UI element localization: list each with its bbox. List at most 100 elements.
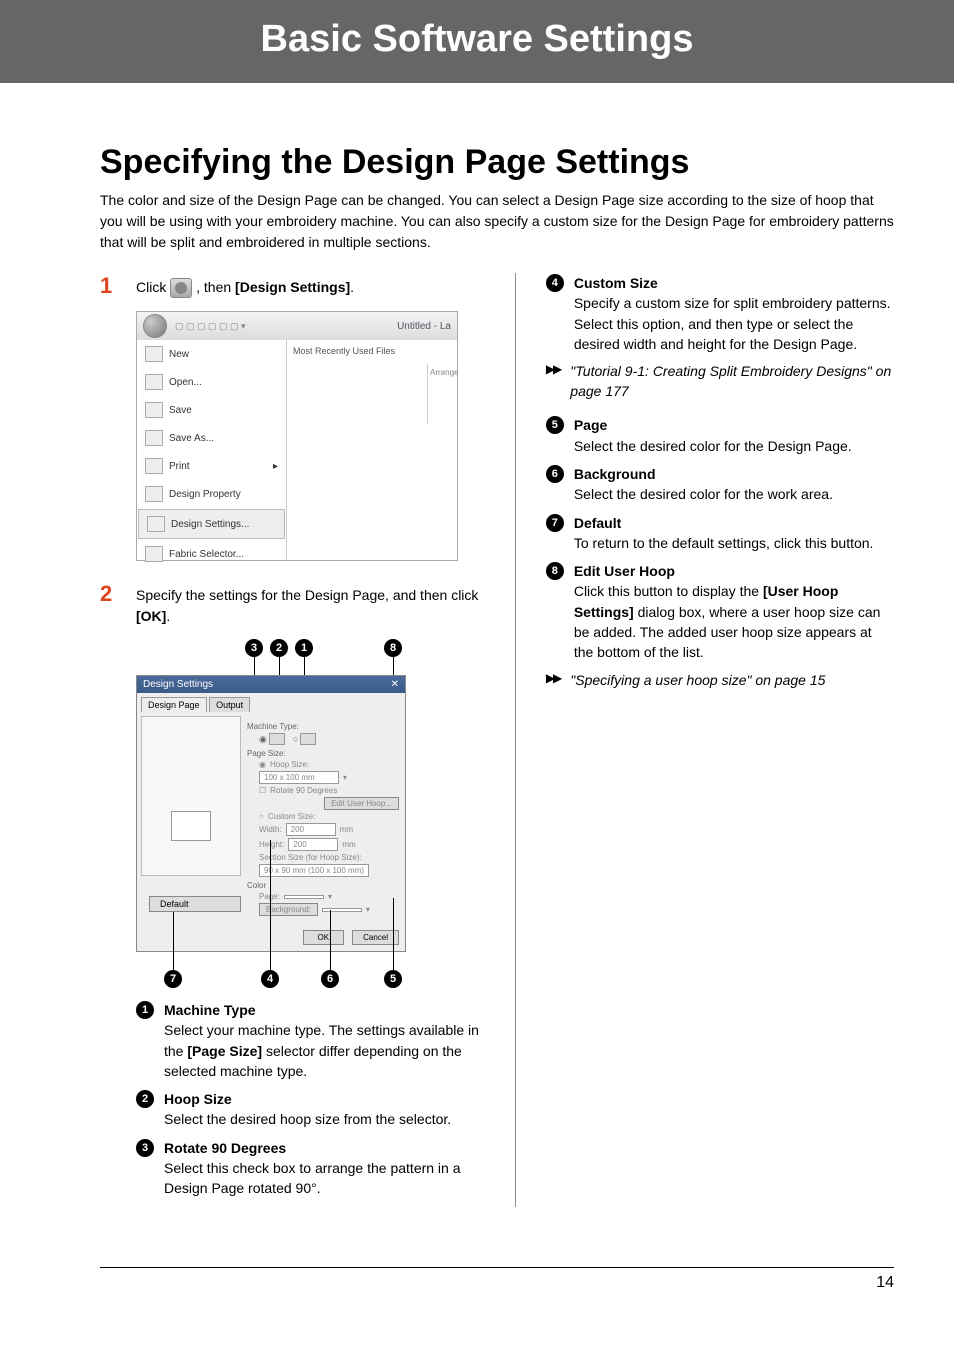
dialog-tabs: Design Page Output [137, 693, 405, 712]
background-color-select[interactable] [322, 908, 362, 912]
edit-hoop-row: Edit User Hoop... [259, 797, 399, 810]
chapter-title: Basic Software Settings [0, 18, 954, 61]
tab-design-page[interactable]: Design Page [141, 697, 207, 712]
window-titlebar: ▢ ▢ ▢ ▢ ▢ ▢ ▾ Untitled - La [137, 312, 457, 340]
callout-7: 7 [164, 970, 182, 988]
height-label: Height: [259, 840, 284, 849]
callout-line [393, 898, 394, 970]
ok-button[interactable]: OK [303, 930, 345, 945]
preview-pane [141, 716, 241, 876]
xref-text: "Tutorial 9-1: Creating Split Embroidery… [570, 362, 894, 401]
machine-icon [300, 733, 316, 745]
item-number: 7 [546, 514, 564, 532]
item-body: Page Select the desired color for the De… [574, 415, 894, 456]
item-body: Default To return to the default setting… [574, 513, 894, 554]
item-number: 8 [546, 562, 564, 580]
hoop-size-label: Hoop Size: [270, 760, 309, 769]
dialog-title: Design Settings [143, 679, 213, 690]
xref-2: ▶▶ "Specifying a user hoop size" on page… [546, 671, 894, 691]
left-column: 1 Click , then [Design Settings]. ▢ ▢ ▢ … [100, 273, 485, 1207]
unit-label: mm [342, 840, 355, 849]
item-8: 8 Edit User Hoop Click this button to di… [546, 561, 894, 662]
rotate-row[interactable]: ☐ Rotate 90 Degrees [259, 786, 399, 795]
text: Select this check box to arrange the pat… [164, 1160, 461, 1196]
cancel-button[interactable]: Cancel [352, 930, 399, 945]
app-orb-icon [143, 314, 167, 338]
menu-item-open[interactable]: Open... [137, 368, 286, 396]
step-number: 2 [100, 581, 120, 607]
tab-output[interactable]: Output [209, 697, 250, 712]
machine-icon [269, 733, 285, 745]
app-menu-list: New Open... Save Save As... Print ▸ Desig… [137, 340, 287, 560]
ribbon-group: Arrange [427, 364, 457, 424]
item-title: Machine Type [164, 1002, 256, 1018]
edit-user-hoop-button[interactable]: Edit User Hoop... [324, 797, 399, 810]
page-color-select[interactable] [284, 895, 324, 899]
step-2: 2 Specify the settings for the Design Pa… [100, 581, 485, 627]
step-text: Specify the settings for the Design Page… [136, 581, 485, 627]
menu-item-save[interactable]: Save [137, 396, 286, 424]
chevron-right-icon: ▸ [273, 461, 278, 472]
callout-8: 8 [384, 639, 402, 657]
text: Select the desired hoop size from the se… [164, 1111, 451, 1127]
item-number: 6 [546, 465, 564, 483]
preview-page-icon [171, 811, 211, 841]
item-2: 2 Hoop Size Select the desired hoop size… [136, 1089, 485, 1130]
menu-item-print[interactable]: Print ▸ [137, 452, 286, 480]
step-1: 1 Click , then [Design Settings]. [100, 273, 485, 299]
menu-item-save-as[interactable]: Save As... [137, 424, 286, 452]
menu-label: Design Property [169, 489, 241, 500]
hoop-size-select[interactable]: 100 x 100 mm [259, 771, 339, 784]
xref-arrows-icon: ▶▶ [546, 671, 560, 685]
callout-3: 3 [245, 639, 263, 657]
form-panel: Machine Type: ◉ ○ Page Size: ◉ Hoop Size… [245, 716, 401, 920]
menu-label: Design Settings... [171, 519, 249, 530]
window-title: Untitled - La [397, 321, 451, 332]
default-button[interactable]: Default [149, 896, 241, 912]
xref-text: "Specifying a user hoop size" on page 15 [570, 671, 825, 691]
app-menu-body: New Open... Save Save As... Print ▸ Desig… [137, 340, 457, 560]
page-size-label: Page Size: [247, 749, 399, 758]
menu-item-design-settings[interactable]: Design Settings... [138, 509, 285, 539]
item-title: Page [574, 417, 607, 433]
close-icon[interactable]: ✕ [391, 679, 399, 690]
step-number: 1 [100, 273, 120, 299]
machine-type-radios: ◉ ○ [247, 733, 399, 745]
callout-4: 4 [261, 970, 279, 988]
text: , then [196, 279, 235, 295]
item-title: Rotate 90 Degrees [164, 1140, 286, 1156]
machine-type-radio-1[interactable]: ◉ [259, 733, 285, 745]
menu-item-design-property[interactable]: Design Property [137, 480, 286, 508]
height-row: Height: 200 mm [259, 838, 399, 851]
item-1: 1 Machine Type Select your machine type.… [136, 1000, 485, 1081]
machine-type-radio-2[interactable]: ○ [293, 733, 316, 745]
item-body: Background Select the desired color for … [574, 464, 894, 505]
menu-label: Print [169, 461, 190, 472]
section-size-select[interactable]: 90 x 90 mm (100 x 100 mm) [259, 864, 369, 877]
mru-label: Most Recently Used Files [293, 346, 395, 356]
screenshot-design-settings-wrap: 3 2 1 8 Design Settings ✕ Design Page Ou… [136, 639, 406, 988]
callout-line [173, 912, 174, 970]
unit-label: mm [340, 825, 353, 834]
item-body: Machine Type Select your machine type. T… [164, 1000, 485, 1081]
section-title: Specifying the Design Page Settings [100, 143, 894, 182]
section-select-row: 90 x 90 mm (100 x 100 mm) [259, 864, 399, 877]
height-input[interactable]: 200 [288, 838, 338, 851]
custom-size-row[interactable]: ○ Custom Size: [259, 812, 399, 821]
custom-size-label: Custom Size: [268, 812, 316, 821]
chapter-header: Basic Software Settings [0, 0, 954, 83]
width-input[interactable]: 200 [286, 823, 336, 836]
intro-paragraph: The color and size of the Design Page ca… [100, 190, 894, 253]
text: . [350, 279, 354, 295]
step-text: Click , then [Design Settings]. [136, 273, 485, 298]
menu-item-fabric-selector[interactable]: Fabric Selector... [137, 540, 286, 568]
menu-item-new[interactable]: New [137, 340, 286, 368]
bold-text: [Page Size] [187, 1043, 262, 1059]
item-number: 1 [136, 1001, 154, 1019]
item-7: 7 Default To return to the default setti… [546, 513, 894, 554]
item-number: 5 [546, 416, 564, 434]
menu-label: Fabric Selector... [169, 549, 244, 560]
new-icon [145, 346, 163, 362]
menu-label: Open... [169, 377, 202, 388]
text: Click [136, 279, 170, 295]
